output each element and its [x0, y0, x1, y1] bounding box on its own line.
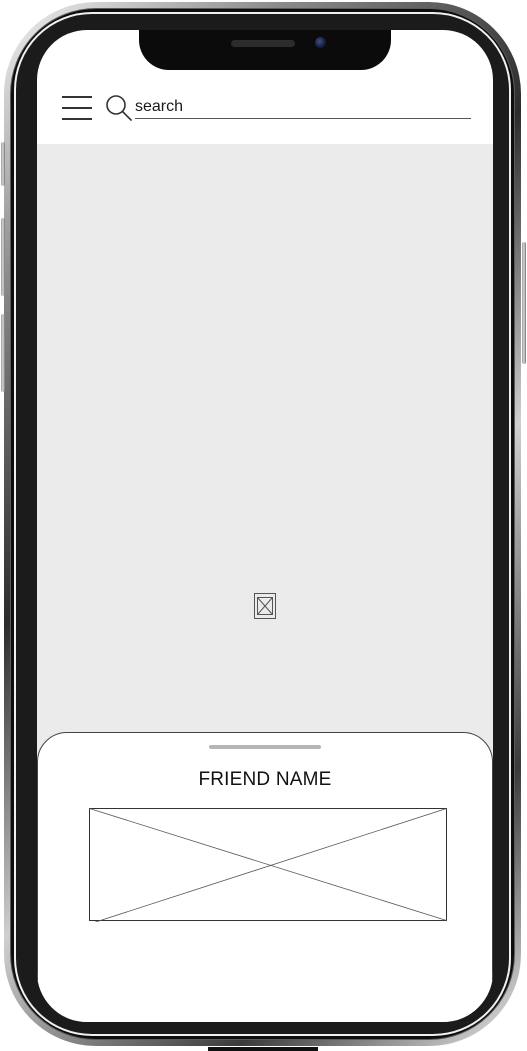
hamburger-menu-icon[interactable] [62, 96, 92, 120]
map-area[interactable] [37, 144, 493, 764]
top-bar: search [37, 82, 493, 144]
home-indicator [208, 1047, 318, 1051]
silent-switch [1, 142, 5, 186]
notch [139, 30, 391, 70]
friend-name-label: FRIEND NAME [198, 769, 332, 790]
search-input[interactable]: search [135, 96, 471, 119]
image-placeholder-icon [254, 593, 276, 619]
bottom-sheet[interactable]: FRIEND NAME [37, 732, 493, 1022]
sheet-drag-handle[interactable] [209, 745, 321, 749]
front-camera-icon [315, 37, 326, 48]
speaker-grille [231, 40, 295, 47]
phone-screen: search FRIEND NAME [37, 30, 493, 1022]
volume-down-button [1, 314, 5, 392]
power-button [522, 242, 526, 364]
image-placeholder [89, 808, 447, 922]
search-icon[interactable] [105, 94, 133, 122]
volume-up-button [1, 218, 5, 296]
